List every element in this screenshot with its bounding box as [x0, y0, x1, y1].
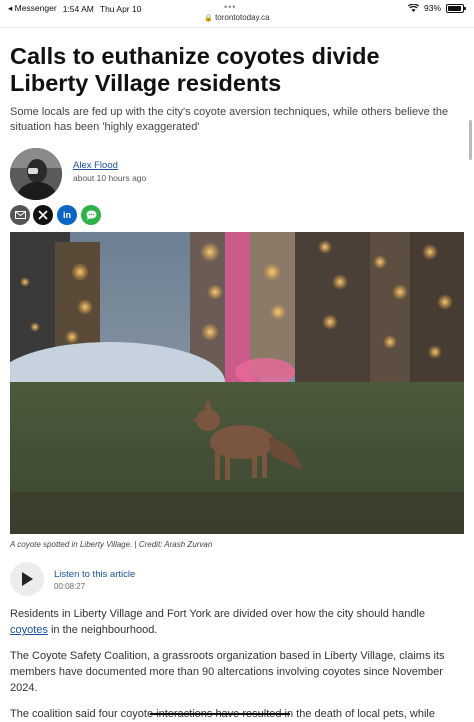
- scrollbar[interactable]: [469, 120, 472, 160]
- article-photo[interactable]: [10, 232, 464, 534]
- photo-caption: A coyote spotted in Liberty Village. | C…: [10, 540, 213, 549]
- share-sms-button[interactable]: [81, 205, 101, 225]
- status-time: 1:54 AM: [62, 3, 94, 14]
- article-subtitle: Some locals are fed up with the city's c…: [10, 106, 449, 133]
- url-text: torontotoday.ca: [215, 13, 270, 22]
- paragraph-2: The Coyote Safety Coalition, a grassroot…: [10, 650, 445, 694]
- browser-divider: [0, 27, 474, 28]
- wifi-icon: [407, 4, 419, 12]
- battery-icon: [446, 3, 466, 13]
- chat-bubble-icon: [86, 210, 96, 220]
- linkedin-icon: in: [63, 210, 71, 220]
- tab-dots-icon[interactable]: •••: [224, 2, 236, 12]
- x-logo-icon: [38, 210, 48, 220]
- audio-play-button[interactable]: [10, 562, 44, 596]
- share-x-button[interactable]: [33, 205, 53, 225]
- status-date: Thu Apr 10: [99, 3, 142, 14]
- coyote-photo-image: [10, 232, 464, 534]
- published-time: about 10 hours ago: [73, 173, 147, 183]
- envelope-icon: [14, 211, 26, 219]
- status-bar: ◂ Messenger 1:54 AM Thu Apr 10 ••• 93%: [0, 0, 474, 14]
- lock-icon: 🔒: [204, 15, 214, 22]
- battery-percent: 93%: [423, 3, 441, 13]
- article-headline: Calls to euthanize coyotes divide Libert…: [10, 43, 380, 96]
- listen-to-article-label[interactable]: Listen to this article: [54, 569, 135, 580]
- share-email-button[interactable]: [10, 205, 30, 225]
- play-icon: [22, 572, 33, 586]
- author-avatar[interactable]: [10, 148, 62, 200]
- author-name-link[interactable]: Alex Flood: [73, 160, 118, 171]
- paragraph-1-text: Residents in Liberty Village and Fort Yo…: [10, 608, 425, 620]
- address-bar[interactable]: 🔒 torontotoday.ca: [0, 13, 474, 22]
- paragraph-1: Residents in Liberty Village and Fort Yo…: [10, 606, 464, 638]
- coyotes-link[interactable]: coyotes: [10, 624, 48, 636]
- scroll-indicator: [150, 713, 290, 715]
- paragraph-1-text-end: in the neighbourhood.: [47, 624, 158, 636]
- audio-duration: 00:08:27: [54, 582, 86, 591]
- share-linkedin-button[interactable]: in: [57, 205, 77, 225]
